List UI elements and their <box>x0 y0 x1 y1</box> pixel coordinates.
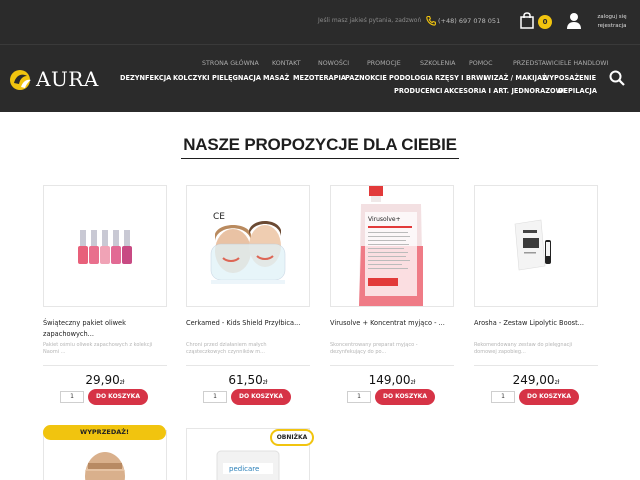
user-icon[interactable] <box>566 12 582 29</box>
price-currency: zł <box>119 379 125 386</box>
product-price: 249,00zł <box>474 373 598 387</box>
cart-count-badge[interactable]: 0 <box>538 15 552 29</box>
product-name[interactable]: Świąteczny pakiet oliwek zapachowych... <box>43 318 167 340</box>
phone-number[interactable]: (+48) 697 078 051 <box>438 17 500 25</box>
nail-oil-bottles-image <box>78 230 132 264</box>
category-manufacturers[interactable]: PRODUCENCI <box>394 87 443 95</box>
card-divider <box>186 365 310 366</box>
top-bar: Jeśli masz jakieś pytania, zadzwoń (+48)… <box>0 0 640 44</box>
nav-link-contact[interactable]: KONTAKT <box>272 60 301 67</box>
price-value: 149,00 <box>368 373 411 387</box>
main-navigation: AURA STRONA GŁÓWNA KONTAKT NOWOŚCI PROMO… <box>0 44 640 112</box>
quantity-input[interactable]: 1 <box>491 391 515 403</box>
category-nav-row-2: PRODUCENCI AKCESORIA I ART. JEDNORAZOWE … <box>392 87 602 97</box>
category-earrings[interactable]: KOLCZYKI <box>173 74 210 82</box>
add-to-cart-button[interactable]: DO KOSZYKA <box>519 389 579 405</box>
quantity-input[interactable]: 1 <box>60 391 84 403</box>
price-value: 249,00 <box>512 373 555 387</box>
pedicare-label: pedicare <box>229 465 259 473</box>
quantity-input[interactable]: 1 <box>347 391 371 403</box>
section-title: NASZE PROPOZYCJE DLA CIEBIE <box>183 135 457 154</box>
nav-link-home[interactable]: STRONA GŁÓWNA <box>202 60 259 67</box>
product-price: 61,50zł <box>186 373 310 387</box>
product-image-virusolve[interactable]: Virusolve+ <box>330 185 454 307</box>
category-podology[interactable]: PODOLOGIA <box>389 74 433 82</box>
nav-link-promotions[interactable]: PROMOCJE <box>367 60 401 67</box>
nav-link-new[interactable]: NOWOŚCI <box>318 60 349 67</box>
shopping-bag-icon[interactable] <box>519 12 535 29</box>
add-to-cart-button[interactable]: DO KOSZYKA <box>88 389 148 405</box>
add-to-cart-button[interactable]: DO KOSZYKA <box>375 389 435 405</box>
price-currency: zł <box>554 379 560 386</box>
virusolve-label: Virusolve+ <box>368 216 401 223</box>
ce-mark: CE <box>213 212 225 222</box>
secondary-nav: STRONA GŁÓWNA KONTAKT NOWOŚCI PROMOCJE S… <box>196 60 608 70</box>
category-lashes-brows[interactable]: RZĘSY I BRWI <box>435 74 486 82</box>
category-depilation[interactable]: DEPILACJA <box>558 87 597 95</box>
product-price: 149,00zł <box>330 373 454 387</box>
register-link[interactable]: rejestracja <box>592 22 632 31</box>
page: Jeśli masz jakieś pytania, zadzwoń (+48)… <box>0 0 640 480</box>
product-image-arosha-set[interactable] <box>474 185 598 307</box>
product-name[interactable]: Cerkamed - Kids Shield Przyłbica... <box>186 318 310 329</box>
category-makeup[interactable]: WIZAŻ / MAKIJAŻ <box>484 74 547 82</box>
sale-badge: WYPRZEDAŻ! <box>43 425 166 440</box>
product-description: Chroni przed działaniem małych cząsteczk… <box>186 342 267 355</box>
nav-link-sales-reps[interactable]: PRZEDSTAWICIELE HANDLOWI <box>513 60 608 67</box>
discount-badge: OBNIŻKA <box>270 429 314 446</box>
product-description: Skoncentrowany preparat myjąco - dezynfe… <box>330 342 418 355</box>
category-nav-row-1: DEZYNFEKCJA KOLCZYKI PIELĘGNACJA MASAŻ M… <box>118 74 598 84</box>
add-to-cart-button[interactable]: DO KOSZYKA <box>231 389 291 405</box>
category-accessories[interactable]: AKCESORIA I ART. JEDNORAZOWE <box>444 87 567 95</box>
nav-link-training[interactable]: SZKOLENIA <box>420 60 455 67</box>
price-currency: zł <box>262 379 268 386</box>
title-underline <box>181 158 459 159</box>
phone-icon <box>426 15 436 26</box>
product-image-kids-shield[interactable]: CE <box>186 185 310 307</box>
price-currency: zł <box>410 379 416 386</box>
product-price: 29,90zł <box>43 373 167 387</box>
login-link[interactable]: zaloguj się <box>592 13 632 22</box>
arosha-set-image <box>514 219 551 271</box>
contact-question: Jeśli masz jakieś pytania, zadzwoń <box>318 17 422 24</box>
quantity-input[interactable]: 1 <box>203 391 227 403</box>
kids-face-shield-image: CE <box>210 212 286 284</box>
category-nails[interactable]: PAZNOKCIE <box>345 74 387 82</box>
price-value: 29,90 <box>85 373 120 387</box>
category-mesotherapy[interactable]: MEZOTERAPIA <box>293 74 346 82</box>
card-divider <box>330 365 454 366</box>
virusolve-canister-image: Virusolve+ <box>359 186 423 306</box>
product-name[interactable]: Virusolve + Koncentrat myjąco - ... <box>330 318 454 329</box>
category-massage[interactable]: MASAŻ <box>263 74 289 82</box>
price-value: 61,50 <box>228 373 263 387</box>
aura-logo[interactable]: AURA <box>8 65 102 93</box>
product-image-nail-oils[interactable] <box>43 185 167 307</box>
logo-text: AURA <box>36 67 99 91</box>
category-care[interactable]: PIELĘGNACJA <box>212 74 261 82</box>
product-description: Pakiet ośmiu oliwek zapachowych z kolekc… <box>43 342 153 355</box>
logo-mark-icon <box>10 70 31 90</box>
card-divider <box>474 365 598 366</box>
search-icon[interactable] <box>609 70 625 86</box>
category-equipment[interactable]: WYPOSAŻENIE <box>542 74 596 82</box>
category-disinfection[interactable]: DEZYNFEKCJA <box>120 74 171 82</box>
product-description: Rekomendowany zestaw do pielęgnacji domo… <box>474 342 573 355</box>
account-links[interactable]: zaloguj się rejestracja <box>592 13 632 31</box>
nav-link-help[interactable]: POMOC <box>469 60 493 67</box>
product-name[interactable]: Arosha - Zestaw Lipolytic Boost... <box>474 318 598 329</box>
card-divider <box>43 365 167 366</box>
